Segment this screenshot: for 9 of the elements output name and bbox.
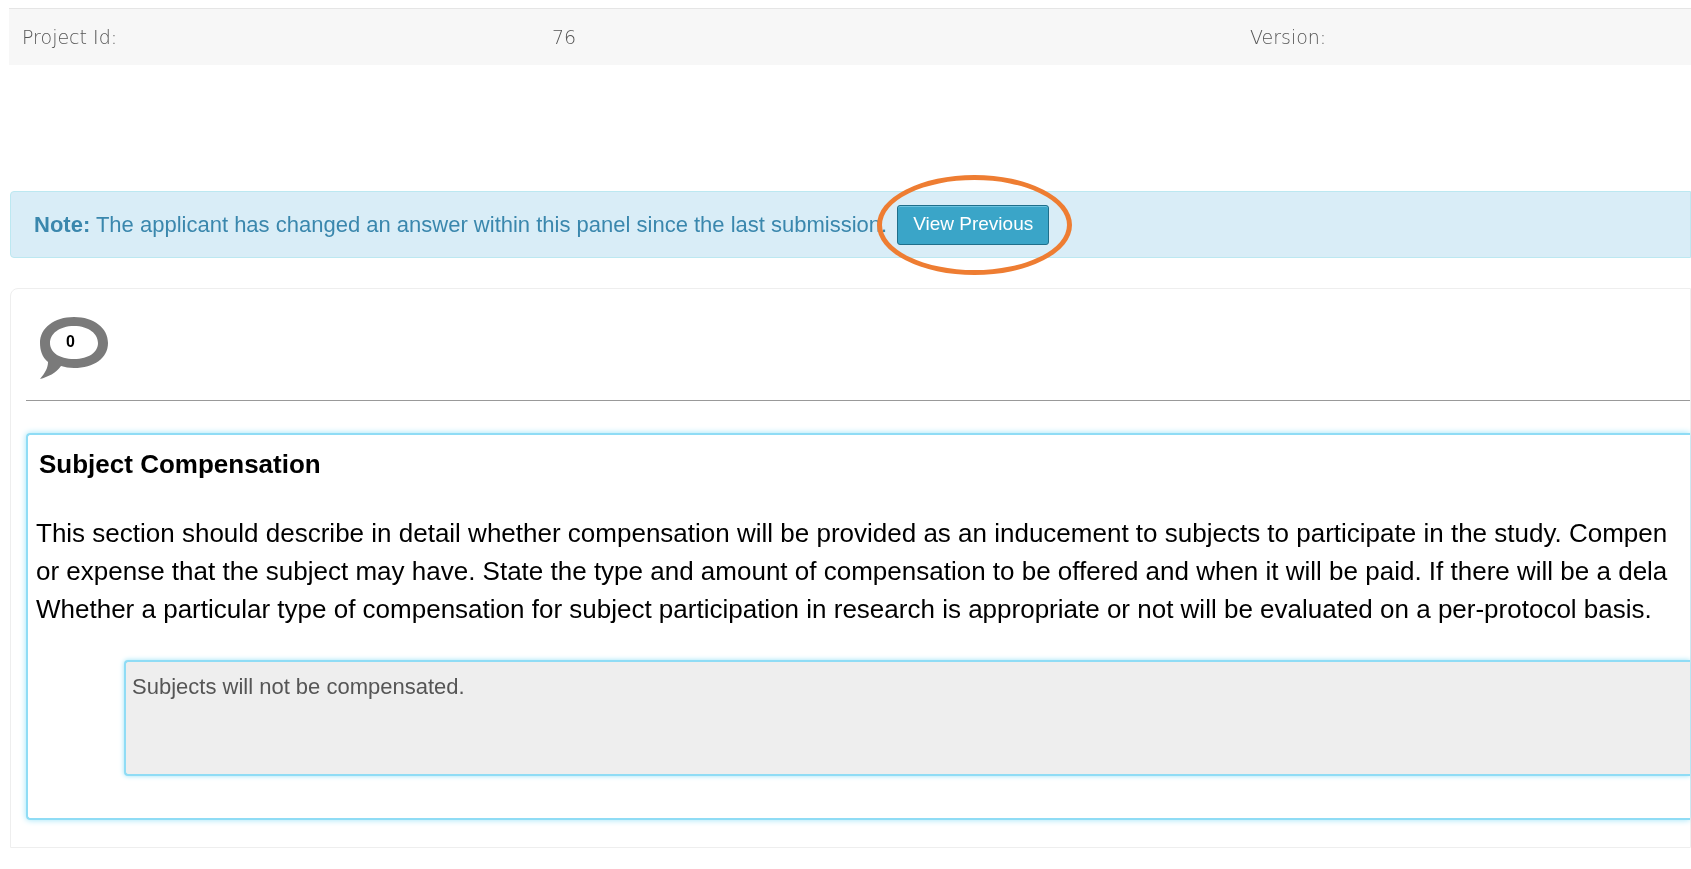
section-description-line: Whether a particular type of compensation for subject participation in research is appropriate or not will be evaluated on a per-protocol basis. — [36, 593, 1652, 626]
project-id-value: 76 — [552, 24, 578, 50]
section-title: Subject Compensation — [38, 448, 322, 481]
answer-text: Subjects will not be compensated. — [132, 674, 465, 699]
comment-count: 0 — [66, 332, 75, 352]
version-label: Version: — [1250, 24, 1327, 50]
project-id-label: Project Id: — [22, 24, 119, 50]
section-description-line: or expense that the subject may have. State the type and amount of compensation to be offered and when it will be paid. If there will be a dela — [36, 555, 1668, 588]
section-description-line: This section should describe in detail whether compensation will be provided as an inducement to subjects to participate in the study. Compen — [36, 517, 1668, 550]
